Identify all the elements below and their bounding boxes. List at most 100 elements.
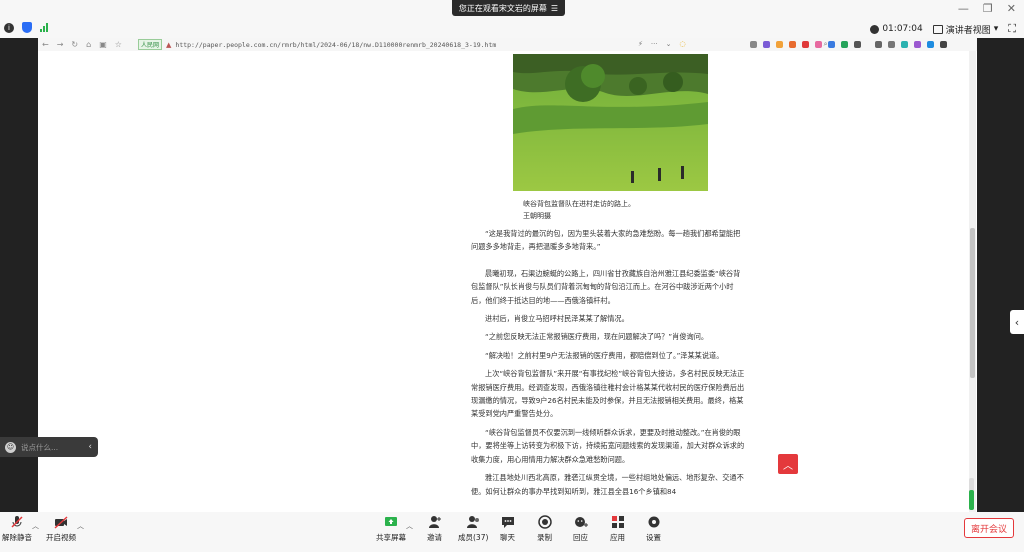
audio-level-meter bbox=[969, 478, 974, 510]
quick-chat-input[interactable]: ☺ 说点什么... ‹ bbox=[0, 437, 98, 457]
members-button[interactable]: 成员(37) bbox=[458, 515, 488, 543]
search-icon[interactable]: ⌕ bbox=[824, 40, 828, 49]
star-icon[interactable]: ☆ bbox=[115, 40, 122, 49]
bag-icon[interactable]: ▣ bbox=[99, 40, 107, 49]
members-label: 成员(37) bbox=[458, 533, 489, 542]
mute-button[interactable]: 解除静音 bbox=[2, 515, 32, 543]
forward-icon[interactable]: → bbox=[57, 40, 64, 49]
video-options-caret[interactable]: ︿ bbox=[77, 521, 84, 531]
timer-text: 01:07:04 bbox=[882, 24, 923, 34]
settings-label: 设置 bbox=[646, 533, 661, 542]
record-icon bbox=[537, 515, 552, 529]
invite-label: 邀请 bbox=[427, 533, 442, 542]
add-person-icon bbox=[428, 516, 441, 528]
back-icon[interactable]: ← bbox=[42, 40, 49, 49]
share-banner-text: 您正在观看宋文岩的屏幕 bbox=[458, 3, 547, 13]
members-icon bbox=[467, 516, 480, 528]
chat-label: 聊天 bbox=[500, 533, 515, 542]
bolt-icon[interactable]: ⚡ bbox=[638, 40, 643, 49]
chevron-down-icon[interactable]: ⌄ bbox=[666, 40, 672, 49]
download-icon[interactable] bbox=[875, 41, 882, 48]
share-screen-label: 共享屏幕 bbox=[376, 533, 406, 542]
reaction-icon bbox=[574, 517, 588, 527]
back-to-top-button[interactable]: ︿ bbox=[778, 454, 798, 474]
chat-button[interactable]: 聊天 bbox=[500, 515, 515, 543]
extension-blue-icon[interactable] bbox=[828, 41, 835, 48]
mute-options-caret[interactable]: ︿ bbox=[32, 521, 39, 531]
caption-line-2: 王朝明摄 bbox=[523, 212, 551, 220]
chat-bubble-icon bbox=[501, 517, 514, 528]
apps-grid-icon bbox=[611, 516, 624, 528]
share-screen-icon bbox=[385, 517, 397, 526]
layout-icon bbox=[932, 24, 943, 34]
restore-icon[interactable]: ❐ bbox=[983, 2, 993, 15]
meeting-toolbar: 解除静音 ︿ 开启视频 ︿ 共享屏幕 ︿ 邀请 成员(37) 聊天 录制 回应 … bbox=[0, 512, 1024, 552]
photo-caption: 峡谷背包监督队在进村走访的路上。 王朝明摄 bbox=[523, 198, 635, 222]
extension-green-icon[interactable] bbox=[841, 41, 848, 48]
apps-button[interactable]: 应用 bbox=[610, 515, 625, 543]
meeting-timer: 01:07:04 bbox=[870, 24, 923, 34]
shared-screen: ← → ↻ ⌂ ▣ ☆ 人民网 ▲ http://paper.people.co… bbox=[38, 38, 977, 512]
extension-violet-icon[interactable] bbox=[914, 41, 921, 48]
security-shield-icon[interactable] bbox=[22, 22, 32, 33]
page-scrollbar[interactable] bbox=[969, 51, 976, 512]
hamburger-menu-icon[interactable] bbox=[940, 41, 947, 48]
chevron-down-icon: ▾ bbox=[993, 24, 999, 34]
puzzle-icon[interactable] bbox=[854, 41, 861, 48]
right-margin: ‹ bbox=[977, 38, 1024, 512]
info-icon[interactable]: i bbox=[4, 22, 14, 33]
settings-button[interactable]: 设置 bbox=[646, 515, 661, 543]
meeting-top-bar: 您正在观看宋文岩的屏幕 ☰ — ❐ ✕ i 01:07:04 演讲者视图 ▾ ⛶ bbox=[0, 0, 1024, 38]
menu-icon[interactable]: ☰ bbox=[551, 4, 558, 13]
minimize-icon[interactable]: — bbox=[958, 2, 969, 15]
chevron-left-icon: ‹ bbox=[1014, 315, 1020, 329]
url-text[interactable]: http://paper.people.com.cn/rmrb/html/202… bbox=[175, 41, 496, 49]
network-signal-icon[interactable] bbox=[40, 23, 48, 32]
edge-icon[interactable] bbox=[927, 41, 934, 48]
address-tools: ⚡ ··· ⌄ ◌ ⌕ bbox=[638, 40, 828, 49]
collapse-panel-handle[interactable]: ‹ bbox=[1010, 310, 1024, 334]
meeting-status: i bbox=[4, 22, 48, 33]
home-icon[interactable]: ⌂ bbox=[86, 40, 91, 49]
article-paragraph: “这是我背过的最沉的包，因为里头装着大家的急难愁盼。每一趟我们都希望能把问题多多… bbox=[471, 229, 741, 252]
share-options-caret[interactable]: ︿ bbox=[406, 521, 413, 531]
article-body: “这是我背过的最沉的包，因为里头装着大家的急难愁盼。每一趟我们都希望能把问题多多… bbox=[471, 227, 746, 503]
browser-toolbar: ← → ↻ ⌂ ▣ ☆ 人民网 ▲ http://paper.people.co… bbox=[38, 38, 977, 51]
clock-icon bbox=[870, 24, 880, 34]
close-icon[interactable]: ✕ bbox=[1007, 2, 1016, 15]
site-badge: 人民网 bbox=[138, 39, 163, 50]
chat-placeholder: 说点什么... bbox=[21, 442, 59, 452]
more-icon[interactable]: ··· bbox=[651, 40, 658, 49]
address-bar[interactable]: 人民网 ▲ http://paper.people.com.cn/rmrb/ht… bbox=[138, 39, 828, 50]
caption-line-1: 峡谷背包监督队在进村走访的路上。 bbox=[523, 200, 635, 208]
scrollbar-thumb[interactable] bbox=[970, 228, 975, 378]
fullscreen-icon[interactable]: ⛶ bbox=[1008, 22, 1016, 36]
view-mode-button[interactable]: 演讲者视图 ▾ bbox=[932, 23, 999, 36]
reload-icon[interactable]: ↻ bbox=[71, 40, 78, 49]
article-paragraph: “之前您反映无法正常报销医疗费用，现在问题解决了吗？”肖俊询问。 bbox=[485, 332, 709, 342]
leave-meeting-button[interactable]: 离开会议 bbox=[963, 518, 1014, 538]
article-paragraph: “解决啦！之前村里9户无法报销的医疗费用，都赔偿到位了。”泽某某说道。 bbox=[485, 350, 724, 360]
emoji-icon[interactable]: ☺ bbox=[5, 441, 16, 453]
video-label: 开启视频 bbox=[46, 533, 76, 542]
invite-button[interactable]: 邀请 bbox=[427, 515, 442, 543]
article-paragraph: “峡谷背包监督员不仅要沉到一线倾听群众诉求，更要及时推动整改。”在肖俊的眼中，要… bbox=[471, 427, 745, 464]
window-controls: — ❐ ✕ bbox=[958, 2, 1016, 15]
record-button[interactable]: 录制 bbox=[537, 515, 552, 543]
meeting-status-right: 01:07:04 演讲者视图 ▾ ⛶ bbox=[870, 22, 1016, 36]
reaction-label: 回应 bbox=[573, 533, 588, 542]
engine-icon[interactable]: ◌ bbox=[679, 40, 685, 49]
chevron-up-icon: ︿ bbox=[783, 460, 793, 472]
article-page: 峡谷背包监督队在进村走访的路上。 王朝明摄 “这是我背过的最沉的包，因为里头装着… bbox=[38, 51, 977, 512]
video-button[interactable]: 开启视频 bbox=[46, 515, 76, 543]
apps-label: 应用 bbox=[610, 533, 625, 542]
valley-photo-image bbox=[513, 54, 708, 191]
share-screen-button[interactable]: 共享屏幕 bbox=[376, 515, 406, 543]
lock-icon: ▲ bbox=[166, 40, 172, 49]
undo-icon[interactable] bbox=[888, 41, 895, 48]
reaction-button[interactable]: 回应 bbox=[573, 515, 588, 543]
article-paragraph: 雅江县地处川西北高原，雅砻江纵贯全境，一些村组地处偏远、地形复杂、交通不便。如何… bbox=[471, 473, 744, 496]
collapse-chat-icon[interactable]: ‹ bbox=[88, 442, 92, 452]
extension-teal-icon[interactable] bbox=[901, 41, 908, 48]
share-banner[interactable]: 您正在观看宋文岩的屏幕 ☰ bbox=[452, 0, 565, 16]
